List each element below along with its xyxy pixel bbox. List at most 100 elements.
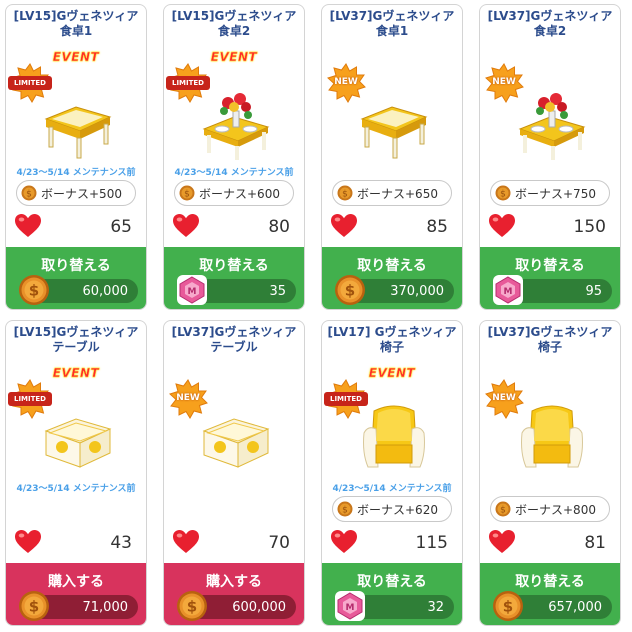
action-label: 購入する — [206, 574, 262, 590]
item-image — [40, 85, 116, 161]
replace-button[interactable]: 取り替える M 35 — [164, 247, 304, 309]
item-name: [LV15]Gヴェネツィア — [13, 325, 139, 339]
price-bar: M 95 — [493, 275, 612, 305]
item-name: [LV15]Gヴェネツィア — [171, 9, 297, 23]
heart-icon — [489, 214, 515, 237]
event-period: 4/23～5/14 メンテナンス前 — [16, 168, 136, 178]
coin-icon: $ — [19, 275, 49, 305]
coin-icon: $ — [19, 591, 49, 621]
item-name: [LV37]Gヴェネツィア — [487, 325, 613, 339]
flower-table-icon — [518, 93, 586, 160]
price-bar: $ 657,000 — [493, 591, 612, 621]
coin-icon: $ — [495, 501, 511, 517]
svg-text:$: $ — [26, 190, 32, 200]
item-subtitle: 椅子 — [379, 340, 404, 354]
event-period: 4/23～5/14 メンテナンス前 — [174, 168, 294, 178]
item-card-5[interactable]: [LV15]Gヴェネツィア テーブル EVENT LIMITED 4/23～5/… — [5, 320, 147, 626]
event-label: EVENT — [52, 50, 100, 64]
price-bar: M 32 — [335, 591, 454, 621]
item-card-7[interactable]: [LV17] Gヴェネツィア 椅子 EVENT LIMITED 4/23～5/1… — [321, 320, 463, 626]
buy-button[interactable]: 購入する $ 600,000 — [164, 563, 304, 625]
item-image — [40, 401, 116, 477]
armchair-icon — [521, 405, 583, 468]
item-subtitle: テーブル — [210, 340, 258, 354]
armchair-icon — [363, 405, 425, 468]
bonus-pill: $ ボーナス+800 — [490, 496, 610, 522]
replace-button[interactable]: 取り替える M 32 — [322, 563, 462, 625]
buy-button[interactable]: 購入する $ 71,000 — [6, 563, 146, 625]
bonus-text: ボーナス+500 — [41, 186, 122, 201]
item-card-3[interactable]: [LV37]Gヴェネツィア 食卓1 NEW $ ボーナス+650 85 取り替え — [321, 4, 463, 310]
price-value: 657,000 — [548, 599, 602, 615]
svg-text:$: $ — [342, 506, 348, 516]
bonus-pill: $ ボーナス+650 — [332, 180, 452, 206]
action-label: 購入する — [48, 574, 104, 590]
price-bar: $ 370,000 — [335, 275, 454, 305]
item-subtitle: 食卓1 — [375, 24, 409, 38]
action-label: 取り替える — [357, 574, 427, 590]
replace-button[interactable]: 取り替える $ 60,000 — [6, 247, 146, 309]
item-title: [LV17] Gヴェネツィア 椅子 — [326, 325, 458, 355]
item-card-6[interactable]: [LV37]Gヴェネツィア テーブル NEW 70 購入する $ 600,000 — [163, 320, 305, 626]
item-title: [LV15]Gヴェネツィア 食卓1 — [10, 9, 142, 39]
item-card-2[interactable]: [LV15]Gヴェネツィア 食卓2 EVENT LIMITED 4/23～5/1… — [163, 4, 305, 310]
event-period: 4/23～5/14 メンテナンス前 — [16, 484, 136, 494]
item-title: [LV15]Gヴェネツィア テーブル — [10, 325, 142, 355]
item-image — [514, 401, 590, 477]
svg-text:M: M — [504, 287, 513, 297]
item-card-1[interactable]: [LV15]Gヴェネツィア 食卓1 EVENT LIMITED 4/23～5/1… — [5, 4, 147, 310]
item-name: [LV37]Gヴェネツィア — [487, 9, 613, 23]
likes-count: 81 — [584, 533, 606, 553]
gem-icon: M — [493, 275, 523, 305]
low-table-icon — [202, 418, 270, 468]
bonus-text: ボーナス+600 — [199, 186, 280, 201]
action-label: 取り替える — [515, 574, 585, 590]
price-value: 370,000 — [390, 283, 444, 299]
item-card-8[interactable]: [LV37]Gヴェネツィア 椅子 NEW $ ボーナス+800 81 取り替える — [479, 320, 621, 626]
svg-text:$: $ — [345, 282, 355, 300]
flower-table-icon — [202, 93, 270, 160]
price-bar: $ 71,000 — [19, 591, 138, 621]
event-label: EVENT — [210, 50, 258, 64]
price-bar: $ 60,000 — [19, 275, 138, 305]
coin-icon: $ — [493, 591, 523, 621]
bonus-text: ボーナス+750 — [515, 186, 596, 201]
price-value: 71,000 — [82, 599, 129, 615]
heart-icon — [15, 530, 41, 553]
replace-button[interactable]: 取り替える $ 657,000 — [480, 563, 620, 625]
coin-icon: $ — [18, 274, 50, 306]
item-image — [356, 401, 432, 477]
replace-button[interactable]: 取り替える $ 370,000 — [322, 247, 462, 309]
heart-icon — [331, 214, 357, 237]
action-label: 取り替える — [515, 258, 585, 274]
item-subtitle: 食卓2 — [533, 24, 567, 38]
likes-count: 85 — [426, 217, 448, 237]
item-name: [LV15]Gヴェネツィア — [13, 9, 139, 23]
heart-icon — [15, 214, 41, 237]
low-table-icon — [44, 418, 112, 468]
svg-text:$: $ — [500, 190, 506, 200]
price-value: 95 — [585, 283, 602, 299]
price-value: 600,000 — [232, 599, 286, 615]
coin-icon: $ — [21, 185, 37, 201]
likes-count: 70 — [268, 533, 290, 553]
bonus-text: ボーナス+800 — [515, 502, 596, 517]
gem-icon: M — [176, 274, 208, 306]
coin-icon: $ — [179, 185, 195, 201]
price-value: 32 — [427, 599, 444, 615]
item-subtitle: テーブル — [52, 340, 100, 354]
item-title: [LV37]Gヴェネツィア 食卓2 — [484, 9, 616, 39]
heart-icon — [489, 530, 515, 553]
item-subtitle: 椅子 — [537, 340, 562, 354]
coin-icon: $ — [337, 501, 353, 517]
gem-icon: M — [334, 590, 366, 622]
glass-table-icon — [44, 106, 112, 159]
item-name: [LV17] Gヴェネツィア — [327, 325, 457, 339]
gem-icon: M — [492, 274, 524, 306]
coin-icon: $ — [176, 590, 208, 622]
item-card-4[interactable]: [LV37]Gヴェネツィア 食卓2 NEW $ ボーナス+750 150 取り替 — [479, 4, 621, 310]
event-label: EVENT — [52, 366, 100, 380]
action-label: 取り替える — [357, 258, 427, 274]
item-title: [LV15]Gヴェネツィア 食卓2 — [168, 9, 300, 39]
replace-button[interactable]: 取り替える M 95 — [480, 247, 620, 309]
